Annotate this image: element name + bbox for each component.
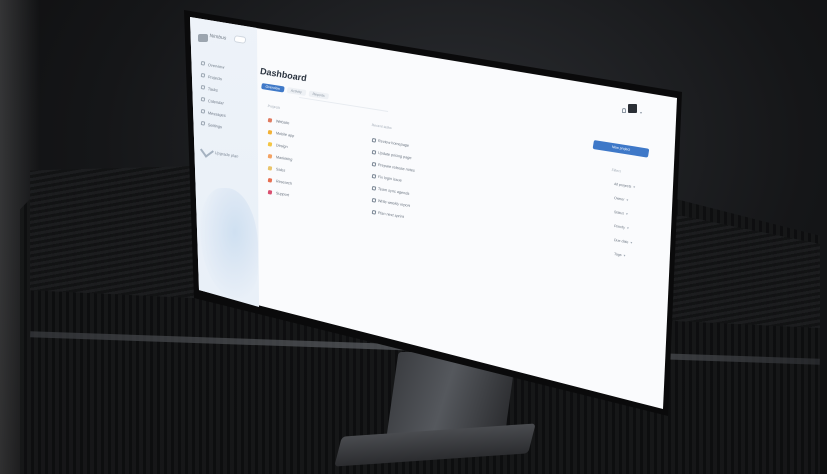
checkbox-icon[interactable] xyxy=(371,162,377,167)
checkbox-icon[interactable] xyxy=(371,174,377,179)
checkbox-icon[interactable] xyxy=(371,186,377,191)
status-dot xyxy=(267,166,273,171)
calendar-icon xyxy=(200,97,206,102)
status-dot xyxy=(267,130,273,135)
checkbox-icon[interactable] xyxy=(371,138,377,143)
status-dot xyxy=(267,142,273,147)
bell-icon[interactable] xyxy=(622,108,626,113)
message-icon xyxy=(200,109,206,114)
checklist-icon xyxy=(200,85,206,90)
logo-icon xyxy=(198,34,208,42)
gear-icon xyxy=(200,121,206,126)
home-icon xyxy=(200,61,206,66)
status-dot xyxy=(267,190,273,195)
checkbox-icon[interactable] xyxy=(371,210,377,215)
monitor-screen xyxy=(190,17,677,409)
chevron-down-icon[interactable]: ▾ xyxy=(640,110,642,115)
sidebar-item-label: Tasks xyxy=(207,85,219,93)
checkbox-icon[interactable] xyxy=(371,198,377,203)
folder-icon xyxy=(200,73,206,78)
avatar[interactable] xyxy=(628,104,637,113)
monitor: Nimbus Overview Projects Tasks Calendar … xyxy=(0,0,827,474)
status-dot xyxy=(267,154,273,159)
status-dot xyxy=(267,118,273,123)
rocket-icon xyxy=(199,143,214,158)
status-dot xyxy=(267,178,273,183)
checkbox-icon[interactable] xyxy=(371,150,377,155)
promo-text: Upgrade plan xyxy=(214,149,239,159)
